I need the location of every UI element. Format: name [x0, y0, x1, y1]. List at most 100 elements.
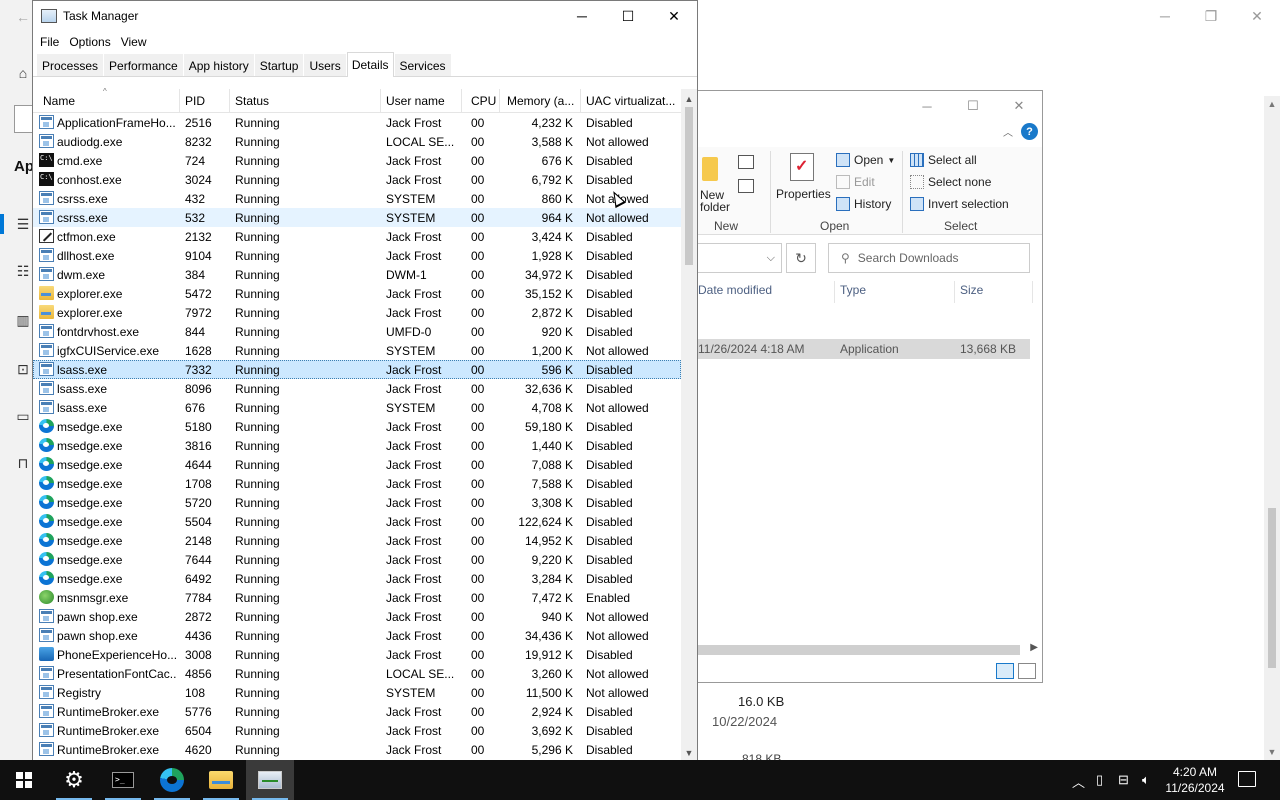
edit-button[interactable]: Edit: [836, 175, 875, 189]
taskbar-file-explorer[interactable]: [197, 760, 245, 800]
explorer-close-button[interactable]: ✕: [996, 91, 1042, 121]
maximize-button[interactable]: ☐: [605, 1, 651, 31]
network-icon[interactable]: ⊟: [1118, 772, 1129, 788]
minimize-button[interactable]: ─: [559, 1, 605, 31]
refresh-button[interactable]: ↻: [786, 243, 816, 273]
column-memory[interactable]: Memory (a...: [507, 94, 574, 108]
apps-websites-icon[interactable]: ⊡: [14, 360, 32, 378]
new-folder-button[interactable]: New folder: [700, 189, 730, 213]
volume-icon[interactable]: 🔈︎: [1142, 772, 1150, 788]
home-icon[interactable]: ⌂: [14, 64, 32, 82]
column-cpu[interactable]: CPU: [471, 94, 496, 108]
column-status[interactable]: Status: [235, 94, 269, 108]
table-row[interactable]: msedge.exe 5180 Running Jack Frost 00 59,180 …: [33, 417, 681, 436]
tab-services[interactable]: Services: [394, 54, 451, 76]
taskbar-settings[interactable]: ⚙: [50, 760, 98, 800]
menu-file[interactable]: File: [37, 35, 66, 49]
table-row[interactable]: msedge.exe 6492 Running Jack Frost 00 3,284 K…: [33, 569, 681, 588]
scroll-down-arrow-icon[interactable]: ▼: [1264, 744, 1280, 760]
table-row[interactable]: dllhost.exe 9104 Running Jack Frost 00 1,928 …: [33, 246, 681, 265]
taskbar-command-prompt[interactable]: >_: [99, 760, 147, 800]
taskbar-edge[interactable]: [148, 760, 196, 800]
tray-app-icon[interactable]: ▯: [1096, 772, 1103, 788]
file-row-selected[interactable]: 11/26/2024 4:18 AM Application 13,668 KB: [698, 339, 1030, 359]
scroll-thumb[interactable]: [685, 107, 693, 265]
apps-features-icon[interactable]: ☰: [14, 215, 32, 233]
table-row[interactable]: lsass.exe 676 Running SYSTEM 00 4,708 K Not al…: [33, 398, 681, 417]
table-row[interactable]: csrss.exe 432 Running SYSTEM 00 860 K Not allo…: [33, 189, 681, 208]
help-icon[interactable]: ?: [1021, 123, 1038, 140]
column-user-name[interactable]: User name: [386, 94, 445, 108]
notification-center-icon[interactable]: [1238, 771, 1256, 787]
column-separator[interactable]: [461, 89, 462, 113]
menu-options[interactable]: Options: [66, 35, 117, 49]
scroll-down-arrow-icon[interactable]: ▼: [681, 745, 697, 761]
system-clock[interactable]: 4:20 AM 11/26/2024: [1160, 764, 1230, 796]
open-button[interactable]: Open ▼: [836, 153, 895, 167]
select-none-button[interactable]: Select none: [910, 175, 991, 189]
default-apps-icon[interactable]: ☷: [14, 262, 32, 280]
bg-minimize-button[interactable]: ─: [1142, 0, 1188, 32]
table-row[interactable]: cmd.exe 724 Running Jack Frost 00 676 K Disabl…: [33, 151, 681, 170]
close-button[interactable]: ✕: [651, 1, 697, 31]
table-row[interactable]: pawn shop.exe 4436 Running Jack Frost 00 34,4…: [33, 626, 681, 645]
column-pid[interactable]: PID: [185, 94, 205, 108]
address-dropdown-icon[interactable]: ⌵: [767, 252, 775, 265]
table-row[interactable]: pawn shop.exe 2872 Running Jack Frost 00 940 …: [33, 607, 681, 626]
table-row[interactable]: lsass.exe 7332 Running Jack Frost 00 596 K Dis…: [33, 360, 681, 379]
table-row[interactable]: RuntimeBroker.exe 4620 Running Jack Frost 00…: [33, 740, 681, 759]
table-row[interactable]: igfxCUIService.exe 1628 Running SYSTEM 00 1,2…: [33, 341, 681, 360]
search-input[interactable]: ⚲ Search Downloads: [828, 243, 1030, 273]
explorer-minimize-button[interactable]: ─: [904, 91, 950, 121]
column-separator[interactable]: [580, 89, 581, 113]
table-row[interactable]: PresentationFontCac... 4856 Running LOCAL S…: [33, 664, 681, 683]
process-list-scrollbar[interactable]: ▲ ▼: [681, 89, 697, 761]
copy-to-icon[interactable]: [738, 155, 754, 169]
table-row[interactable]: explorer.exe 5472 Running Jack Frost 00 35,15…: [33, 284, 681, 303]
column-name[interactable]: Name: [43, 94, 75, 108]
table-row[interactable]: msedge.exe 1708 Running Jack Frost 00 7,588 K…: [33, 474, 681, 493]
bg-close-button[interactable]: ✕: [1234, 0, 1280, 32]
background-scrollbar[interactable]: ▲ ▼: [1264, 96, 1280, 760]
column-date-modified[interactable]: Date modified: [698, 283, 772, 297]
table-row[interactable]: lsass.exe 8096 Running Jack Frost 00 32,636 K…: [33, 379, 681, 398]
bg-restore-button[interactable]: ❐: [1188, 0, 1234, 32]
table-row[interactable]: dwm.exe 384 Running DWM-1 00 34,972 K Disabled: [33, 265, 681, 284]
details-view-icon[interactable]: [996, 663, 1014, 679]
table-row[interactable]: RuntimeBroker.exe 6504 Running Jack Frost 00…: [33, 721, 681, 740]
table-row[interactable]: msnmsgr.exe 7784 Running Jack Frost 00 7,472 …: [33, 588, 681, 607]
tab-details[interactable]: Details: [346, 52, 394, 77]
move-to-icon[interactable]: [738, 179, 754, 193]
address-bar[interactable]: ⌵: [698, 243, 782, 273]
large-icons-view-icon[interactable]: [1018, 663, 1036, 679]
properties-button[interactable]: Properties: [776, 187, 831, 201]
menu-view[interactable]: View: [118, 35, 154, 49]
properties-icon[interactable]: [790, 153, 814, 181]
show-hidden-icons-icon[interactable]: ︿: [1072, 772, 1085, 791]
table-row[interactable]: fontdrvhost.exe 844 Running UMFD-0 00 920 K Di…: [33, 322, 681, 341]
table-row[interactable]: audiodg.exe 8232 Running LOCAL SE... 00 3,588…: [33, 132, 681, 151]
scroll-up-arrow-icon[interactable]: ▲: [1264, 96, 1280, 112]
scroll-thumb[interactable]: [1268, 508, 1276, 668]
table-row[interactable]: PhoneExperienceHo... 3008 Running Jack Fros…: [33, 645, 681, 664]
tab-startup[interactable]: Startup: [254, 54, 304, 76]
table-row[interactable]: msedge.exe 7644 Running Jack Frost 00 9,220 K…: [33, 550, 681, 569]
horizontal-scroll-thumb[interactable]: [698, 645, 1020, 655]
new-folder-icon[interactable]: [702, 157, 718, 181]
tab-users[interactable]: Users: [304, 54, 346, 76]
explorer-horizontal-scrollbar[interactable]: ▶: [698, 641, 1042, 657]
table-row[interactable]: RuntimeBroker.exe 5776 Running Jack Frost 00…: [33, 702, 681, 721]
tab-processes[interactable]: Processes: [37, 54, 104, 76]
column-separator[interactable]: [380, 89, 381, 113]
column-separator[interactable]: [229, 89, 230, 113]
table-row[interactable]: ApplicationFrameHo... 2516 Running Jack Fro…: [33, 113, 681, 132]
table-row[interactable]: msedge.exe 5504 Running Jack Frost 00 122,624…: [33, 512, 681, 531]
back-arrow-icon[interactable]: ←: [14, 8, 32, 26]
history-button[interactable]: History: [836, 197, 891, 211]
scroll-up-arrow-icon[interactable]: ▲: [681, 91, 697, 107]
table-row[interactable]: conhost.exe 3024 Running Jack Frost 00 6,792 …: [33, 170, 681, 189]
scroll-right-arrow-icon[interactable]: ▶: [1030, 642, 1038, 653]
offline-maps-icon[interactable]: ▥: [14, 311, 32, 329]
startup-icon[interactable]: ⊓: [14, 454, 32, 472]
table-row[interactable]: ctfmon.exe 2132 Running Jack Frost 00 3,424 K…: [33, 227, 681, 246]
